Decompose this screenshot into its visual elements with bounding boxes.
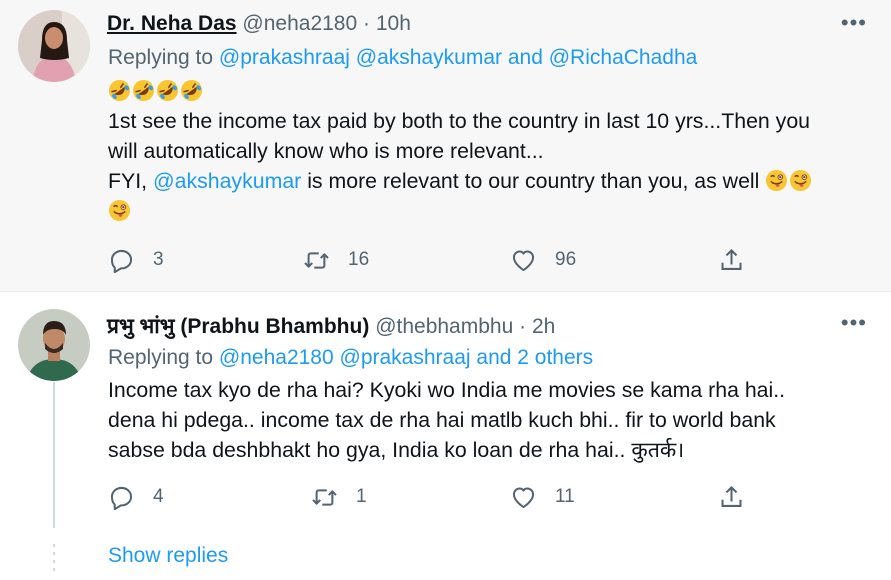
handle[interactable]: @neha2180: [242, 12, 357, 35]
mention-link[interactable]: @neha2180: [219, 346, 334, 369]
rolling-laughing-emoji: [132, 79, 155, 102]
tweet-neha-das[interactable]: Dr. Neha Das @neha2180 · 10h ••• Replyin…: [0, 0, 891, 291]
retweet-count: 16: [348, 249, 370, 270]
tweet-text-line: 1st see the income tax paid by both to t…: [108, 109, 811, 133]
text-fragment: FYI,: [108, 169, 148, 193]
mention-link[interactable]: @akshaykumar: [153, 169, 301, 193]
heart-icon: [510, 484, 537, 511]
mention-link[interactable]: @akshaykumar: [356, 46, 502, 69]
replying-label: Replying to: [108, 46, 214, 69]
replying-and[interactable]: and: [508, 46, 543, 69]
like-button[interactable]: 11: [510, 482, 575, 512]
share-button[interactable]: [718, 482, 745, 512]
tweet-header: प्रभु भांभु (Prabhu Bhambhu) @thebhambhu…: [107, 312, 555, 340]
tweet-text-line: dena hi pdega.. income tax de rha hai ma…: [108, 408, 776, 432]
tweet-text: Income tax kyo de rha hai? Kyoki wo Indi…: [108, 375, 868, 465]
winking-tongue-emoji: [108, 199, 131, 222]
replying-to: Replying to @neha2180 @prakashraaj and 2…: [108, 346, 593, 370]
heart-icon: [510, 247, 537, 274]
retweet-button[interactable]: 16: [303, 245, 369, 275]
winking-tongue-emoji: [789, 169, 812, 192]
replying-others[interactable]: and 2 others: [476, 346, 593, 369]
tweet-header: Dr. Neha Das @neha2180 · 10h: [107, 12, 411, 36]
reply-icon: [108, 484, 135, 511]
rolling-laughing-emoji: [156, 79, 179, 102]
more-horizontal-icon[interactable]: •••: [841, 10, 867, 36]
reply-count: 4: [153, 486, 164, 507]
retweet-icon: [303, 247, 330, 274]
more-horizontal-icon[interactable]: •••: [841, 310, 867, 336]
tweet-text: 1st see the income tax paid by both to t…: [108, 76, 868, 226]
avatar-neha-das[interactable]: [18, 10, 90, 82]
emoji-line: [108, 76, 868, 106]
timestamp[interactable]: 10h: [376, 12, 411, 35]
reply-count: 3: [153, 249, 164, 270]
reply-icon: [108, 247, 135, 274]
thread-line: [53, 382, 55, 528]
like-count: 96: [555, 249, 577, 270]
retweet-icon: [311, 484, 338, 511]
reply-button[interactable]: 4: [108, 482, 164, 512]
replying-label: Replying to: [108, 346, 214, 369]
display-name[interactable]: Dr. Neha Das: [107, 12, 237, 35]
tweet-prabhu-bhambhu[interactable]: प्रभु भांभु (Prabhu Bhambhu) @thebhambhu…: [0, 292, 891, 535]
retweet-button[interactable]: 1: [311, 482, 367, 512]
winking-tongue-emoji: [765, 169, 788, 192]
action-bar: 4 1 11: [108, 482, 868, 512]
share-button[interactable]: [718, 245, 745, 275]
replying-to: Replying to @prakashraaj @akshaykumar an…: [108, 46, 697, 70]
text-fragment: is more relevant to our country than you…: [307, 169, 760, 193]
rolling-laughing-emoji: [108, 79, 131, 102]
mention-link[interactable]: @prakashraaj: [340, 346, 471, 369]
handle[interactable]: @thebhambhu: [375, 315, 513, 338]
like-count: 11: [555, 486, 575, 507]
share-icon: [718, 247, 745, 274]
show-replies-link[interactable]: Show replies: [108, 544, 228, 568]
like-button[interactable]: 96: [510, 245, 576, 275]
mention-link[interactable]: @prakashraaj: [219, 46, 350, 69]
tweet-text-line: FYI, @akshaykumar is more relevant to ou…: [108, 166, 868, 196]
thread-dots: [53, 544, 55, 574]
display-name[interactable]: प्रभु भांभु (Prabhu Bhambhu): [107, 315, 369, 338]
reply-button[interactable]: 3: [108, 245, 164, 275]
tweet-text-line: Income tax kyo de rha hai? Kyoki wo Indi…: [108, 378, 786, 402]
dot-separator: ·: [519, 315, 527, 338]
dot-separator: ·: [363, 12, 371, 35]
avatar-prabhu-bhambhu[interactable]: [18, 309, 90, 381]
timestamp[interactable]: 2h: [532, 315, 555, 338]
tweet-text-line: sabse bda deshbhakt ho gya, India ko loa…: [108, 438, 685, 462]
rolling-laughing-emoji: [180, 79, 203, 102]
tweet-text-line: will automatically know who is more rele…: [108, 139, 544, 163]
mention-link[interactable]: @RichaChadha: [549, 46, 698, 69]
emoji-line: [108, 196, 868, 226]
retweet-count: 1: [356, 486, 367, 507]
action-bar: 3 16 96: [108, 245, 868, 275]
share-icon: [718, 484, 745, 511]
